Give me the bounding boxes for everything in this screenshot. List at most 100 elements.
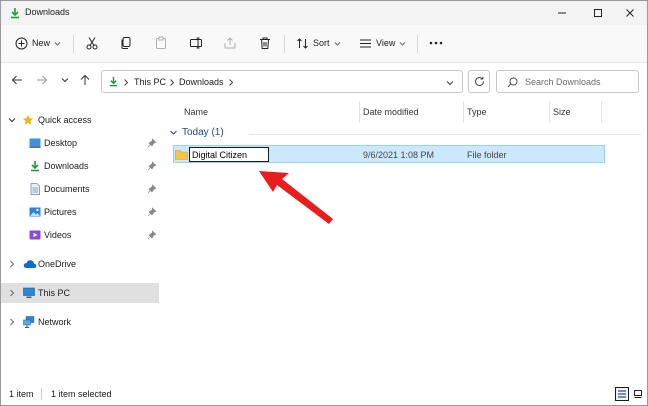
pin-icon [147, 161, 157, 171]
download-arrow-icon [31, 161, 39, 172]
minimize-button[interactable] [545, 1, 579, 25]
status-bar: 1 item 1 item selected [1, 383, 647, 405]
network-icon [23, 316, 35, 328]
close-icon [626, 9, 634, 17]
tiles-view-icon [634, 390, 642, 398]
column-header-date-modified[interactable]: Date modified [363, 107, 419, 117]
download-arrow-icon [11, 8, 19, 19]
column-header-size[interactable]: Size [553, 107, 571, 117]
file-list: Name Date modified Type Size Today (1) D… [161, 99, 647, 383]
column-header-type[interactable]: Type [467, 107, 487, 117]
nav-item-quick-access[interactable]: Quick access [1, 110, 159, 130]
document-icon [30, 183, 40, 195]
minimize-icon [558, 12, 566, 14]
navigation-pane: Quick access Desktop Downloads Documents [1, 99, 161, 383]
column-header-name[interactable]: Name [184, 107, 208, 117]
cut-button[interactable] [85, 32, 99, 54]
up-button[interactable] [77, 72, 93, 88]
search-icon [507, 77, 518, 88]
group-label: Today (1) [182, 127, 224, 138]
copy-button[interactable] [119, 32, 133, 54]
recent-locations-button[interactable] [57, 72, 73, 88]
rename-input[interactable]: Digital Citizen [189, 147, 269, 162]
nav-item-this-pc[interactable]: This PC [1, 283, 159, 303]
folder-icon [175, 150, 188, 160]
more-options-button[interactable] [429, 32, 443, 54]
item-count: 1 item [9, 389, 34, 399]
toolbar-divider [73, 35, 74, 53]
breadcrumb-downloads[interactable]: Downloads [179, 77, 224, 87]
breadcrumb-this-pc[interactable]: This PC [134, 77, 166, 87]
videos-icon [29, 230, 41, 240]
window-title: Downloads [25, 7, 70, 17]
nav-label: Desktop [44, 138, 78, 148]
plus-circle-icon [15, 37, 28, 49]
nav-item-videos[interactable]: Videos [1, 225, 159, 245]
address-bar[interactable]: This PC Downloads [101, 70, 463, 93]
new-button[interactable]: New [15, 32, 61, 54]
nav-label: Videos [44, 230, 72, 240]
view-button[interactable]: View [359, 32, 406, 54]
rename-icon [190, 37, 202, 49]
download-arrow-icon [109, 76, 118, 87]
nav-label: Network [38, 317, 72, 327]
pin-icon [147, 207, 157, 217]
nav-item-desktop[interactable]: Desktop [1, 133, 159, 153]
file-explorer-window: Downloads New Sort View This PC Download… [0, 0, 648, 406]
nav-item-documents[interactable]: Documents [1, 179, 159, 199]
cell-date-modified: 9/6/2021 1:08 PM [363, 150, 435, 160]
nav-label: Quick access [38, 115, 92, 125]
chevron-down-icon [61, 78, 69, 83]
column-divider[interactable] [601, 101, 602, 123]
column-divider[interactable] [463, 101, 464, 123]
chevron-down-icon [334, 41, 340, 46]
chevron-right-icon [124, 79, 129, 86]
paste-button[interactable] [154, 32, 168, 54]
address-row: This PC Downloads Search Downloads [1, 63, 647, 99]
close-button[interactable] [613, 1, 647, 25]
tiles-view-button[interactable] [631, 387, 645, 401]
nav-label: OneDrive [38, 259, 77, 269]
pictures-icon [29, 207, 41, 217]
nav-item-downloads[interactable]: Downloads [1, 156, 159, 176]
chevron-down-icon [400, 41, 406, 46]
delete-button[interactable] [258, 32, 272, 54]
ellipsis-icon [429, 41, 443, 45]
sort-button[interactable]: Sort [296, 32, 341, 54]
column-divider[interactable] [359, 101, 360, 123]
nav-label: Downloads [44, 161, 89, 171]
group-header-today[interactable]: Today (1) [169, 127, 224, 138]
command-bar: New Sort View [1, 25, 647, 63]
nav-item-network[interactable]: Network [1, 312, 159, 332]
chevron-down-icon [54, 41, 61, 46]
annotation-arrow-icon [259, 171, 333, 224]
details-view-button[interactable] [615, 387, 629, 401]
share-button[interactable] [223, 32, 237, 54]
nav-item-pictures[interactable]: Pictures [1, 202, 159, 222]
chevron-right-icon [229, 79, 234, 86]
chevron-down-icon[interactable] [446, 79, 454, 87]
details-view-icon [618, 390, 626, 398]
title-bar: Downloads [1, 1, 647, 25]
selection-count: 1 item selected [51, 389, 112, 399]
forward-button[interactable] [34, 72, 50, 88]
back-button[interactable] [9, 72, 25, 88]
refresh-button[interactable] [468, 70, 490, 93]
arrow-up-icon [80, 74, 90, 85]
table-row[interactable]: Digital Citizen 9/6/2021 1:08 PM File fo… [173, 145, 605, 163]
cell-type: File folder [467, 150, 507, 160]
rename-button[interactable] [189, 32, 203, 54]
arrow-left-icon [11, 75, 22, 85]
chevron-down-icon [170, 130, 177, 135]
refresh-icon [474, 76, 484, 86]
column-divider[interactable] [549, 101, 550, 123]
search-box[interactable]: Search Downloads [496, 70, 639, 93]
nav-label: This PC [38, 288, 71, 298]
nav-item-onedrive[interactable]: OneDrive [1, 254, 159, 274]
view-label: View [376, 38, 396, 48]
list-view-icon [360, 39, 371, 47]
trash-icon [260, 37, 270, 49]
sort-label: Sort [313, 38, 330, 48]
maximize-button[interactable] [581, 1, 615, 25]
new-label: New [32, 38, 51, 48]
